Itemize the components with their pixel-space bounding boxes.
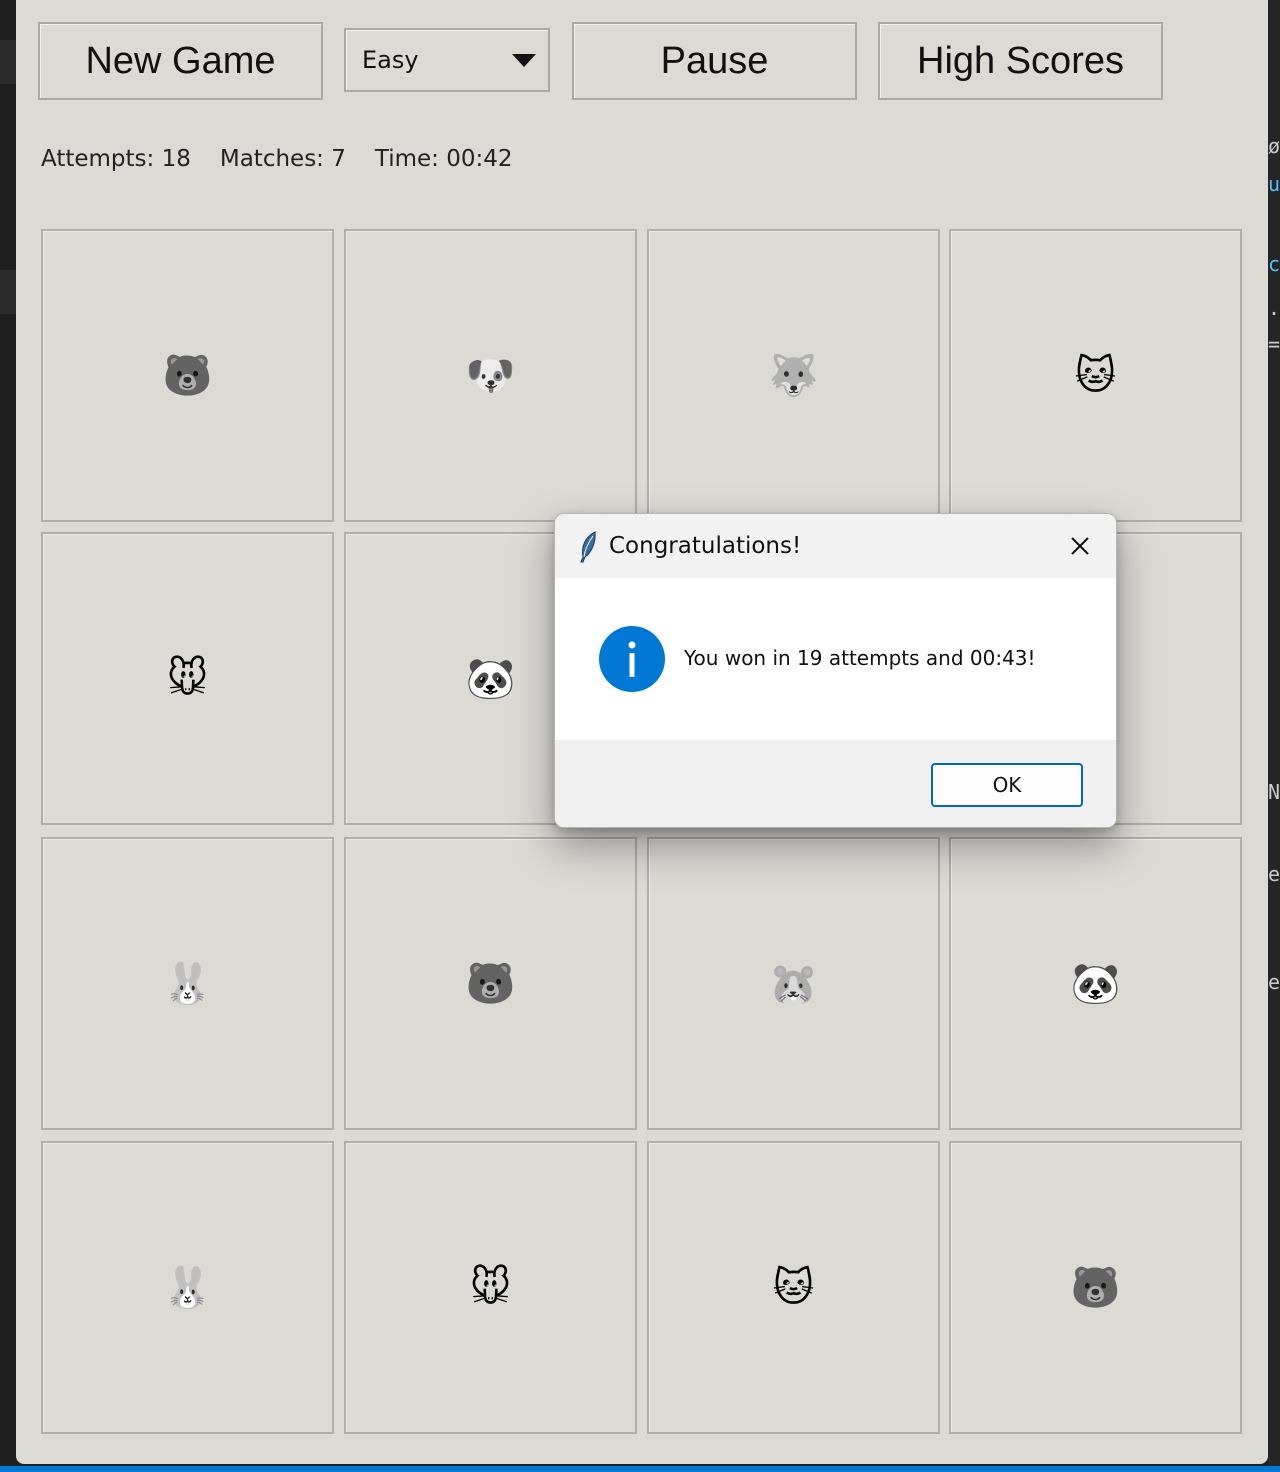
difficulty-select[interactable]: Easy: [344, 28, 550, 92]
dialog-footer: OK: [555, 740, 1116, 827]
congratulations-dialog: Congratulations! You won in 19 attempts …: [554, 513, 1117, 828]
attempts-label: Attempts: 18: [41, 146, 191, 172]
background-text-fragment: ø: [1268, 134, 1280, 158]
background-stripe: [0, 270, 16, 314]
card[interactable]: 🐻: [949, 1141, 1242, 1434]
card[interactable]: 🐱: [647, 1141, 940, 1434]
dog-face-icon: 🐶: [465, 352, 516, 399]
difficulty-selected-value: Easy: [362, 46, 419, 74]
stats-bar: Attempts: 18 Matches: 7 Time: 00:42: [41, 146, 513, 182]
info-icon: [599, 626, 665, 692]
bear-face-icon: 🐻: [1070, 1264, 1121, 1311]
panda-face-icon: 🐼: [465, 655, 516, 702]
toolbar: New Game Easy Pause High Scores: [16, 0, 1268, 110]
card[interactable]: 🐼: [949, 837, 1242, 1130]
background-editor-right: ø u c . = N e e: [1268, 0, 1280, 1472]
rabbit-face-icon: 🐰: [162, 960, 213, 1007]
wolf-face-icon: 🐺: [768, 352, 819, 399]
rabbit-face-icon: 🐰: [162, 1264, 213, 1311]
close-icon[interactable]: [1066, 532, 1094, 560]
background-text-fragment: =: [1268, 332, 1280, 356]
background-text-fragment: e: [1268, 970, 1280, 994]
card[interactable]: 🐰: [41, 1141, 334, 1434]
taskbar-accent: [0, 1466, 1280, 1472]
cat-face-icon: 🐱: [772, 1264, 815, 1311]
dialog-titlebar: Congratulations!: [555, 514, 1116, 578]
dialog-body: You won in 19 attempts and 00:43!: [555, 578, 1116, 740]
card[interactable]: 🐶: [344, 229, 637, 522]
chevron-down-icon[interactable]: [512, 54, 536, 67]
hamster-face-icon: 🐹: [768, 960, 819, 1007]
ok-button[interactable]: OK: [931, 763, 1083, 807]
time-label: Time: 00:42: [374, 146, 513, 172]
card[interactable]: 🐻: [344, 837, 637, 1130]
card[interactable]: 🐰: [41, 837, 334, 1130]
background-text-fragment: e: [1268, 862, 1280, 886]
matches-label: Matches: 7: [219, 146, 346, 172]
new-game-button[interactable]: New Game: [38, 22, 323, 100]
mouse-face-icon: 🐭: [469, 1264, 512, 1311]
background-editor-left: [0, 0, 16, 1472]
feather-icon: [580, 531, 596, 563]
card[interactable]: 🐻: [41, 229, 334, 522]
card[interactable]: 🐭: [41, 532, 334, 825]
card[interactable]: 🐭: [344, 1141, 637, 1434]
dialog-message: You won in 19 attempts and 00:43!: [684, 646, 1036, 670]
pause-button[interactable]: Pause: [572, 22, 857, 100]
dialog-title: Congratulations!: [609, 533, 802, 559]
background-text-fragment: u: [1268, 172, 1280, 196]
high-scores-button[interactable]: High Scores: [878, 22, 1163, 100]
background-text-fragment: c: [1268, 252, 1280, 276]
background-text-fragment: N: [1268, 780, 1280, 804]
background-stripe: [0, 40, 16, 84]
background-text-fragment: .: [1268, 296, 1280, 320]
hamster-face-icon: 🐻: [162, 352, 213, 399]
bear-face-icon: 🐻: [465, 960, 516, 1007]
cat-face-icon: 🐱: [1074, 352, 1117, 399]
card[interactable]: 🐺: [647, 229, 940, 522]
card[interactable]: 🐹: [647, 837, 940, 1130]
mouse-face-icon: 🐭: [166, 655, 209, 702]
panda-face-icon: 🐼: [1070, 960, 1121, 1007]
card[interactable]: 🐱: [949, 229, 1242, 522]
